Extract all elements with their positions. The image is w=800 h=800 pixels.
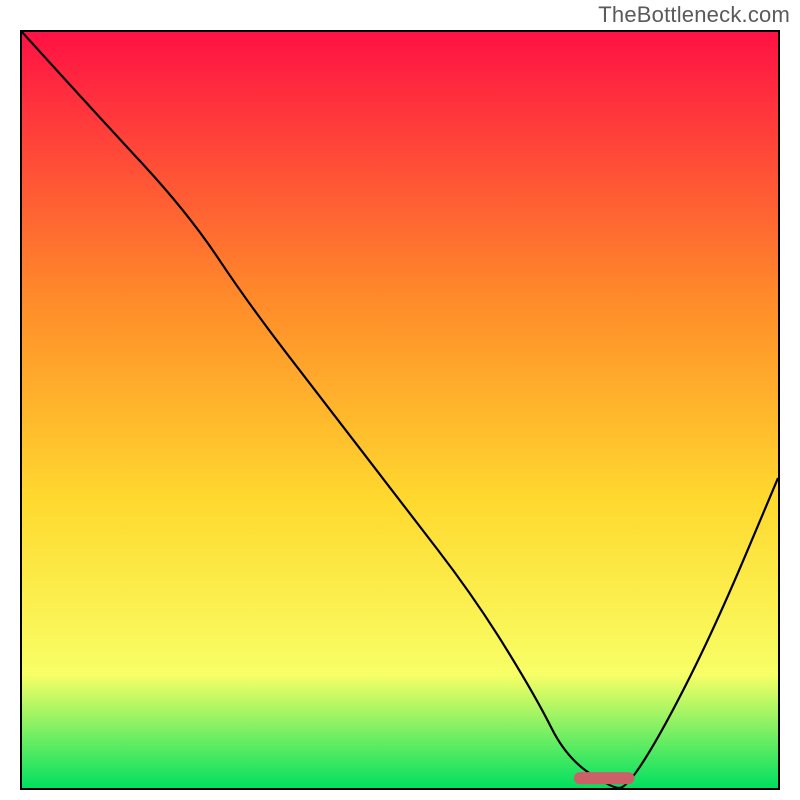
chart-svg <box>22 32 778 788</box>
watermark-text: TheBottleneck.com <box>598 2 790 28</box>
chart-frame <box>20 30 780 790</box>
gradient-background <box>22 32 778 788</box>
minimum-marker <box>574 772 634 784</box>
